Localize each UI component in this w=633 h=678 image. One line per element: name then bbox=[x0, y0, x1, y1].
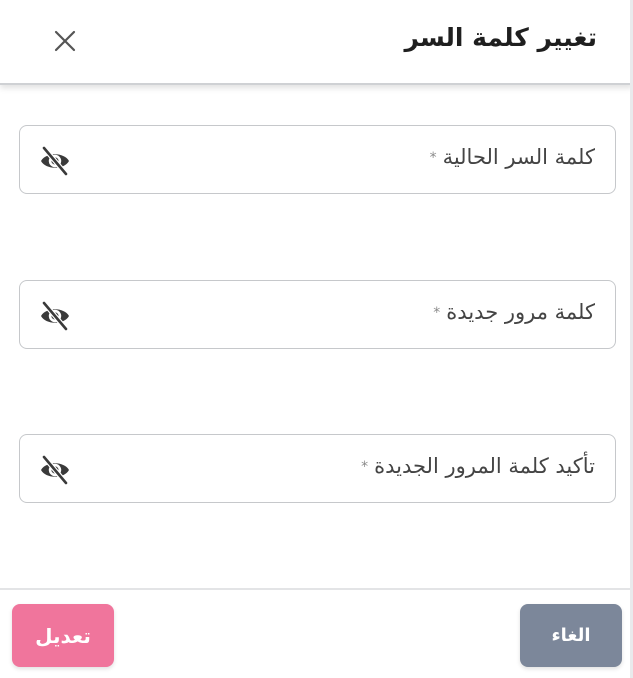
required-mark: * bbox=[433, 305, 441, 321]
confirm-password-field[interactable]: تأكيد كلمة المرور الجديدة* bbox=[19, 434, 616, 503]
dialog-header: تغيير كلمة السر bbox=[0, 0, 633, 85]
confirm-password-input[interactable] bbox=[100, 449, 375, 489]
close-icon[interactable] bbox=[50, 26, 80, 56]
eye-off-icon[interactable] bbox=[38, 144, 72, 178]
new-password-field[interactable]: كلمة مرور جديدة* bbox=[19, 280, 616, 349]
new-password-input[interactable] bbox=[100, 295, 375, 335]
eye-off-icon[interactable] bbox=[38, 453, 72, 487]
dialog-footer: الغاء تعديل bbox=[0, 588, 633, 678]
submit-button[interactable]: تعديل bbox=[12, 604, 114, 667]
current-password-input[interactable] bbox=[100, 140, 375, 180]
change-password-dialog: تغيير كلمة السر كلمة السر الحالية* كلمة … bbox=[0, 0, 633, 678]
current-password-field[interactable]: كلمة السر الحالية* bbox=[19, 125, 616, 194]
dialog-title: تغيير كلمة السر bbox=[404, 23, 597, 52]
current-password-label: كلمة السر الحالية* bbox=[429, 145, 595, 169]
confirm-password-label: تأكيد كلمة المرور الجديدة* bbox=[361, 454, 595, 478]
eye-off-icon[interactable] bbox=[38, 299, 72, 333]
new-password-label: كلمة مرور جديدة* bbox=[433, 300, 595, 324]
cancel-button[interactable]: الغاء bbox=[520, 604, 622, 667]
required-mark: * bbox=[429, 150, 437, 166]
